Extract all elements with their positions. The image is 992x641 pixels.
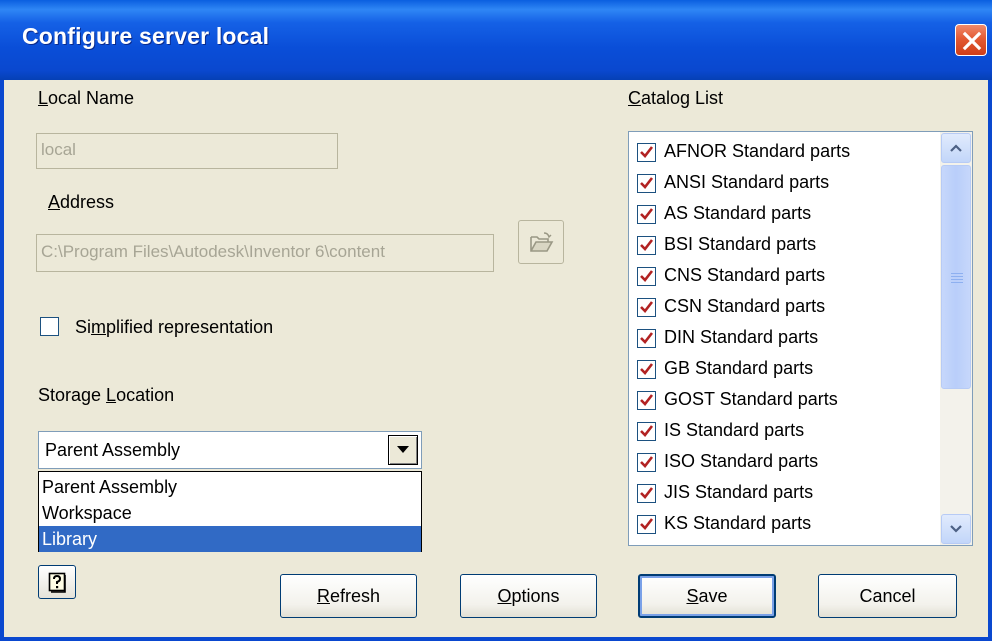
local-name-label: Local Name <box>38 88 135 108</box>
storage-location-select[interactable]: Parent Assembly <box>38 431 422 469</box>
scroll-up-icon <box>950 144 962 152</box>
catalog-item[interactable]: BSI Standard parts <box>637 230 937 261</box>
local-name-field: local <box>36 133 338 169</box>
cancel-button[interactable]: Cancel <box>818 574 957 618</box>
catalog-item-label: JIS Standard parts <box>664 482 814 502</box>
storage-option-library[interactable]: Library <box>39 526 421 552</box>
storage-location-dropdown: Parent Assembly Workspace Library <box>38 471 422 552</box>
catalog-item-checkbox[interactable] <box>637 515 656 534</box>
catalog-item-checkbox[interactable] <box>637 236 656 255</box>
save-button[interactable]: Save <box>638 574 776 618</box>
checkmark-icon <box>640 332 654 344</box>
address-label: Address <box>48 192 115 212</box>
catalog-item-label: DIN Standard parts <box>664 327 819 347</box>
catalog-item-label: AS Standard parts <box>664 203 812 223</box>
chevron-down-icon <box>397 446 409 453</box>
catalog-item-label: CNS Standard parts <box>664 265 826 285</box>
checkmark-icon <box>640 425 654 437</box>
checkmark-icon <box>640 518 654 530</box>
storage-location-value: Parent Assembly <box>45 440 181 460</box>
storage-dropdown-button[interactable] <box>388 435 418 465</box>
catalog-item-checkbox[interactable] <box>637 484 656 503</box>
catalog-item[interactable]: ANSI Standard parts <box>637 168 937 199</box>
storage-location-label: Storage Location <box>38 385 175 405</box>
catalog-item[interactable]: DIN Standard parts <box>637 323 937 354</box>
catalog-item-checkbox[interactable] <box>637 205 656 224</box>
catalog-item-checkbox[interactable] <box>637 267 656 286</box>
scroll-up-button[interactable] <box>941 133 971 163</box>
checkmark-icon <box>640 239 654 251</box>
catalog-item-checkbox[interactable] <box>637 453 656 472</box>
catalog-scrollbar[interactable] <box>940 132 972 545</box>
help-button[interactable] <box>38 565 76 599</box>
catalog-item[interactable]: CSN Standard parts <box>637 292 937 323</box>
catalog-item-checkbox[interactable] <box>637 329 656 348</box>
catalog-item-checkbox[interactable] <box>637 143 656 162</box>
checkmark-icon <box>640 208 654 220</box>
folder-open-icon <box>530 232 554 252</box>
catalog-item-label: GB Standard parts <box>664 358 814 378</box>
catalog-item[interactable]: AFNOR Standard parts <box>637 137 937 168</box>
catalog-item-checkbox[interactable] <box>637 391 656 410</box>
catalog-item[interactable]: JIS Standard parts <box>637 478 937 509</box>
help-icon <box>48 572 66 593</box>
close-button[interactable] <box>955 24 987 56</box>
catalog-item[interactable]: ISO Standard parts <box>637 447 937 478</box>
checkmark-icon <box>640 363 654 375</box>
catalog-item-checkbox[interactable] <box>637 298 656 317</box>
catalog-item[interactable]: KS Standard parts <box>637 509 937 540</box>
scroll-down-button[interactable] <box>941 514 971 544</box>
options-button[interactable]: Options <box>460 574 597 618</box>
catalog-item[interactable]: GB Standard parts <box>637 354 937 385</box>
catalog-item[interactable]: GOST Standard parts <box>637 385 937 416</box>
catalog-item-label: ANSI Standard parts <box>664 172 830 192</box>
browse-button <box>518 220 564 264</box>
catalog-item-checkbox[interactable] <box>637 422 656 441</box>
catalog-item[interactable]: IS Standard parts <box>637 416 937 447</box>
checkmark-icon <box>640 270 654 282</box>
simplified-representation-label: Simplified representation <box>75 317 274 337</box>
checkmark-icon <box>640 177 654 189</box>
storage-option-workspace[interactable]: Workspace <box>39 500 421 526</box>
catalog-item-label: IS Standard parts <box>664 420 805 440</box>
catalog-item-label: GOST Standard parts <box>664 389 838 409</box>
catalog-item-label: KS Standard parts <box>664 513 812 533</box>
catalog-item[interactable]: AS Standard parts <box>637 199 937 230</box>
catalog-item-checkbox[interactable] <box>637 360 656 379</box>
checkmark-icon <box>640 394 654 406</box>
scroll-thumb[interactable] <box>941 165 971 389</box>
storage-option-parent-assembly[interactable]: Parent Assembly <box>39 474 421 500</box>
catalog-list-label: Catalog List <box>628 88 724 108</box>
checkmark-icon <box>640 301 654 313</box>
window-title: Configure server local <box>22 23 270 49</box>
title-bar[interactable]: Configure server local <box>0 0 992 80</box>
catalog-item-label: ISO Standard parts <box>664 451 819 471</box>
catalog-list[interactable]: AFNOR Standard parts ANSI Standard parts A… <box>628 131 973 546</box>
checkmark-icon <box>640 487 654 499</box>
catalog-item[interactable]: CNS Standard parts <box>637 261 937 292</box>
address-field: C:\Program Files\Autodesk\Inventor 6\con… <box>36 234 494 272</box>
scroll-down-icon <box>950 525 962 533</box>
checkmark-icon <box>640 456 654 468</box>
catalog-item-label: CSN Standard parts <box>664 296 826 316</box>
catalog-item-label: AFNOR Standard parts <box>664 141 851 161</box>
simplified-representation-checkbox[interactable] <box>40 317 59 336</box>
checkmark-icon <box>640 146 654 158</box>
refresh-button[interactable]: Refresh <box>280 574 417 618</box>
catalog-item-label: BSI Standard parts <box>664 234 817 254</box>
catalog-item-checkbox[interactable] <box>637 174 656 193</box>
close-icon <box>962 31 982 51</box>
